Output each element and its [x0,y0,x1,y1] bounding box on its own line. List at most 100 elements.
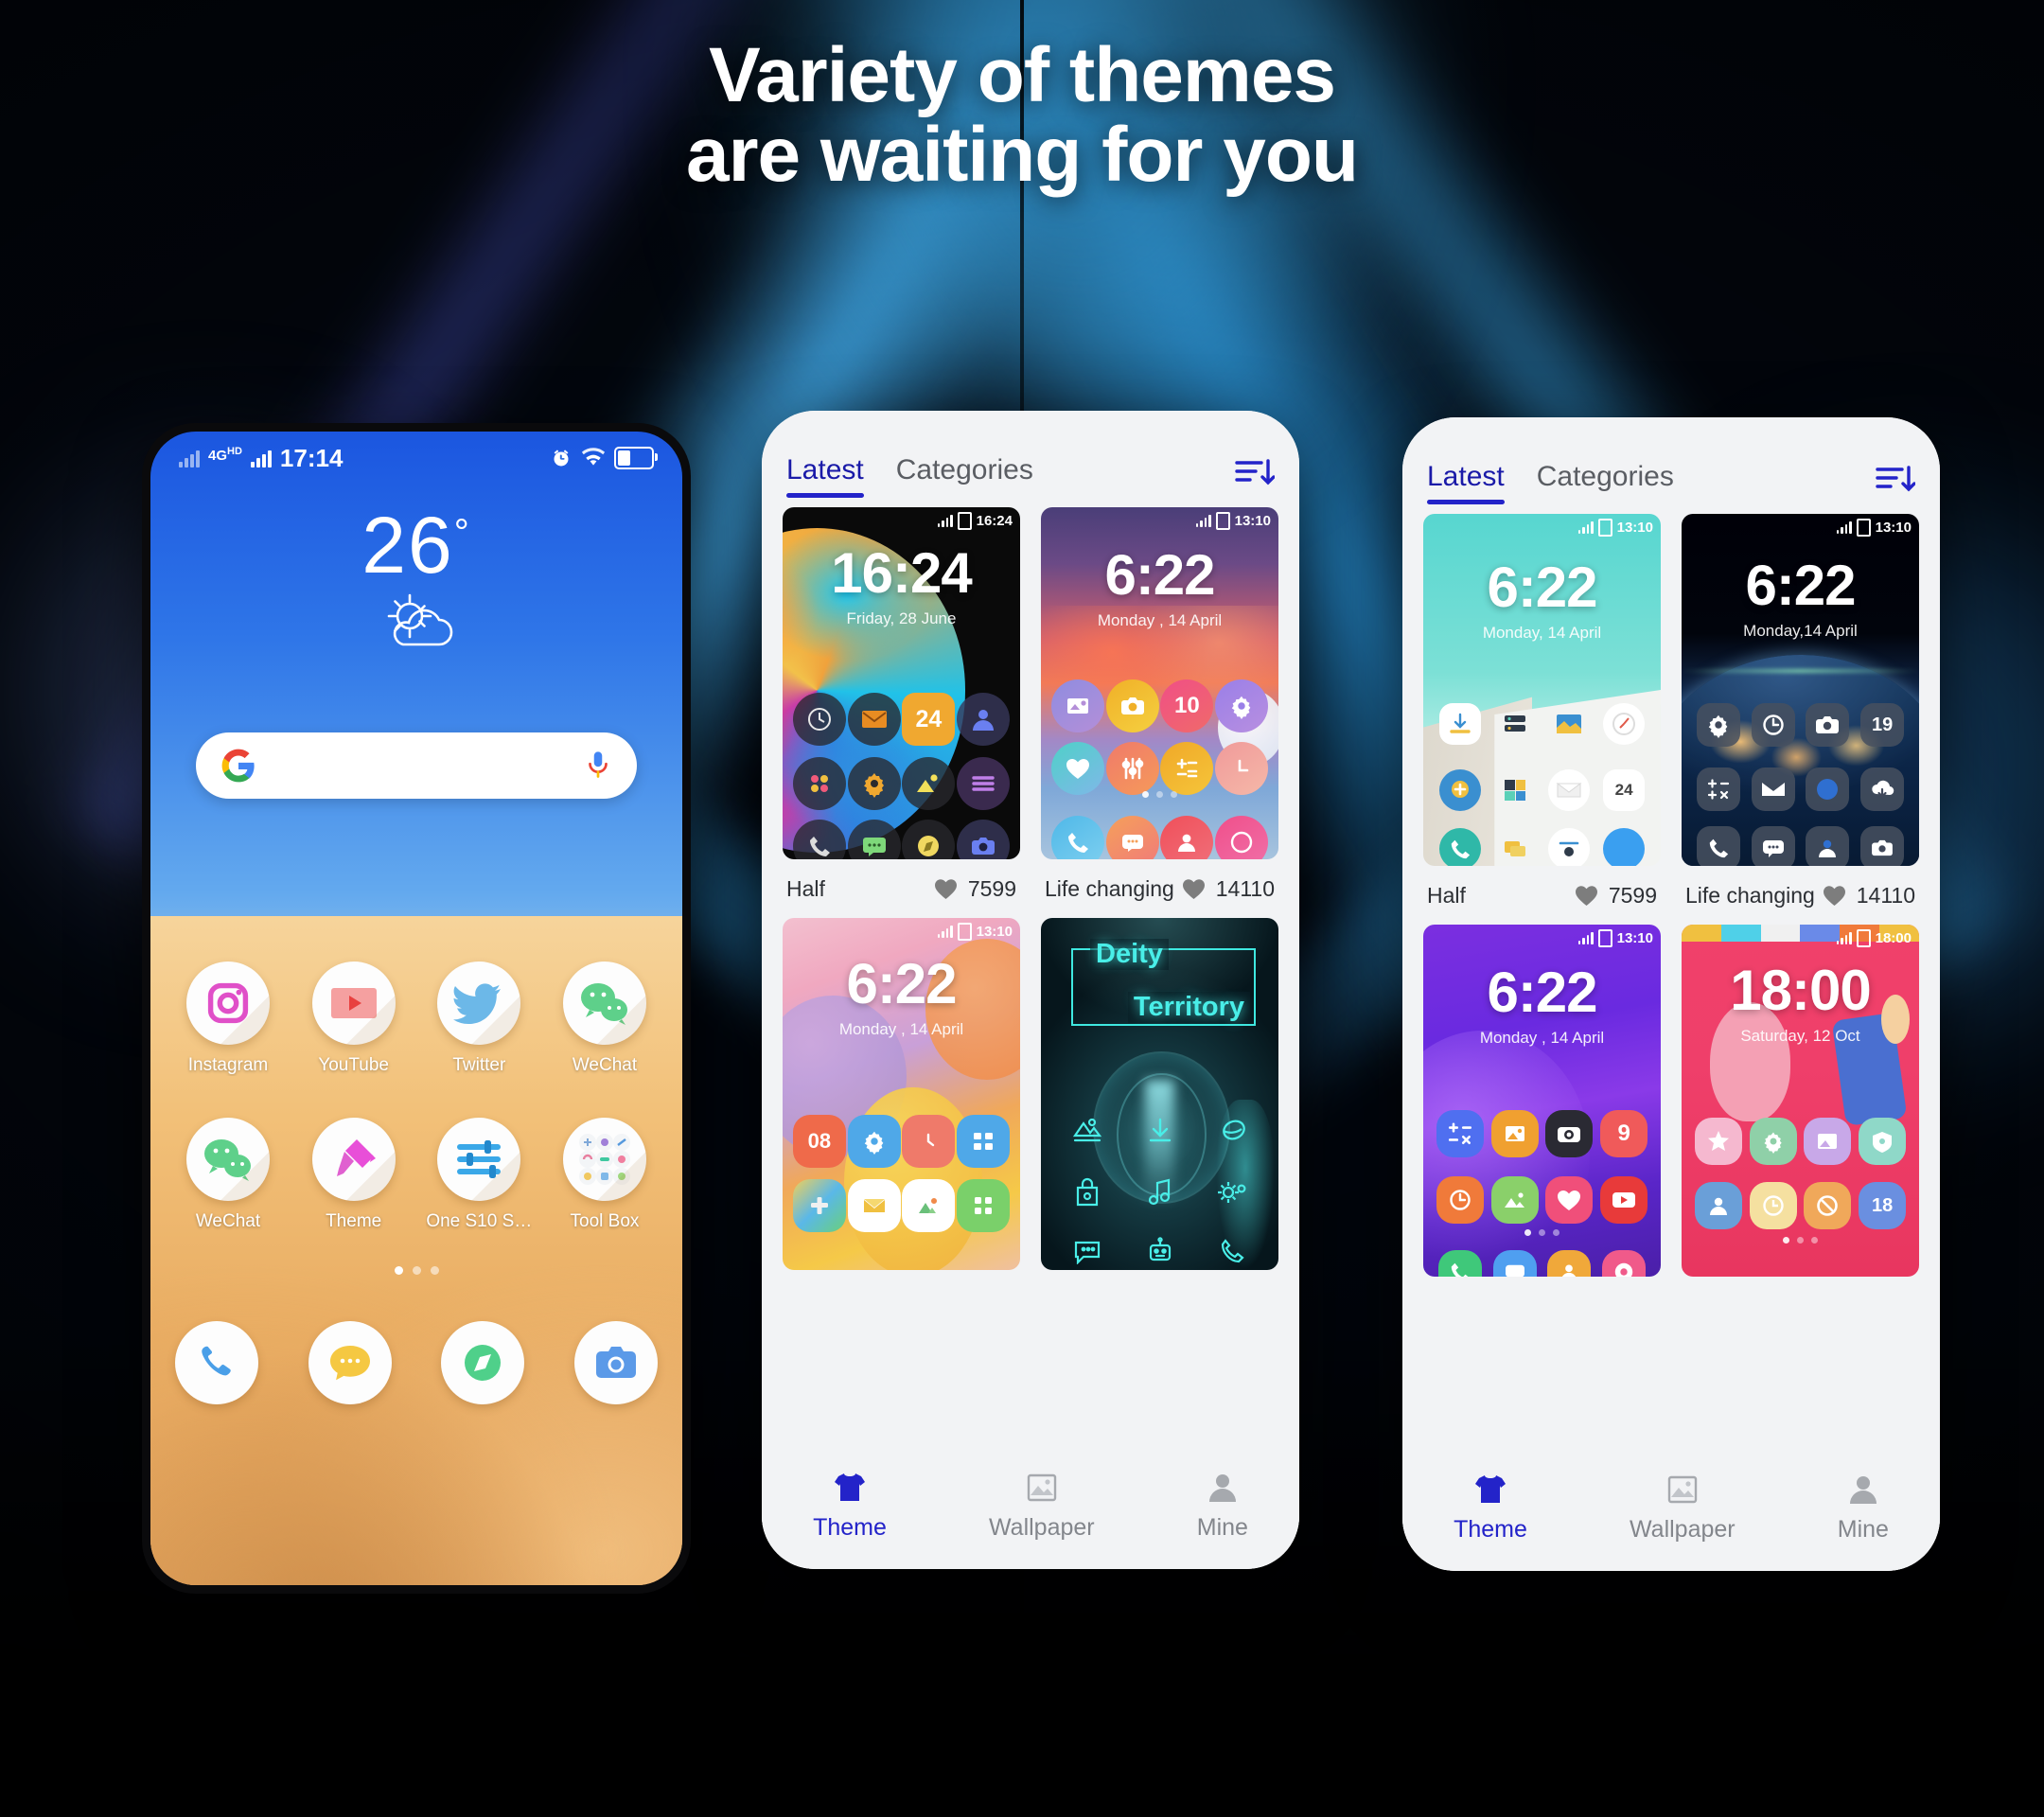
browser-icon[interactable] [441,1321,525,1404]
preview-status-bar: 13:10 [1577,519,1653,537]
battery-icon [1597,929,1612,947]
clock-icon [792,693,846,746]
tab-categories[interactable]: Categories [896,454,1033,498]
gallery-icon [1548,703,1590,745]
theme-card[interactable]: 13:10 6:22 Monday , 14 April 9 [1423,925,1661,1335]
messages-icon [1492,1250,1537,1277]
phone-icon [792,820,846,859]
theme-likes[interactable]: 14110 [1182,876,1275,902]
theme-card[interactable]: 13:10 6:22 Monday, 14 April 24 Half 7599 [1423,514,1661,925]
messages-icon[interactable] [308,1321,392,1404]
sort-descending-icon[interactable] [1233,456,1275,488]
weather-widget[interactable]: 26° [150,505,682,661]
browser-icon [1215,816,1269,859]
status-bar: 4GHD 17:14 [150,432,682,485]
page-dot [1797,1237,1804,1244]
theme-card[interactable]: 13:10 6:22 Monday , 14 April 10 Life cha… [1041,507,1278,918]
theme-preview[interactable]: 13:10 6:22 Monday , 14 April 9 [1423,925,1661,1277]
tab-categories[interactable]: Categories [1537,461,1674,504]
preview-clock: 6:22 Monday , 14 April [1423,964,1661,1048]
theme-name: Life changing [1685,882,1815,908]
app-wechat[interactable]: WeChat [175,1118,281,1232]
download-icon [1438,703,1481,745]
preview-icon-row-2 [1682,767,1919,811]
nav-wallpaper[interactable]: Wallpaper [1630,1469,1736,1544]
nav-wallpaper[interactable]: Wallpaper [989,1467,1095,1542]
page-dot-1[interactable] [394,1266,403,1275]
app-twitter[interactable]: Twitter [426,961,532,1076]
preview-status-time: 18:00 [1875,930,1912,946]
image-icon [1630,1469,1736,1510]
store-header: Latest Categories [762,411,1299,503]
nav-mine[interactable]: Mine [1838,1469,1889,1544]
search-input[interactable] [196,732,637,799]
theme-card[interactable]: 18:00 18:00 Saturday, 12 Oct 18 [1682,925,1919,1335]
sort-descending-icon[interactable] [1874,463,1915,495]
app-label: Twitter [452,1055,506,1075]
preview-icon-row-2 [783,1179,1020,1232]
preview-time: 6:22 [1104,543,1215,607]
phone-icon[interactable] [175,1321,258,1404]
nav-theme[interactable]: Theme [1454,1469,1527,1544]
app-youtube[interactable]: YouTube [301,961,407,1076]
app-instagram[interactable]: Instagram [175,961,281,1076]
preview-dock [1682,826,1919,866]
theme-preview[interactable]: 18:00 18:00 Saturday, 12 Oct 18 [1682,925,1919,1277]
bottom-navigation: Theme Wallpaper Mine [1402,1450,1940,1571]
app-label: Tool Box [570,1211,640,1231]
calculator-icon [1160,742,1214,795]
app-wechat-row1[interactable]: WeChat [552,961,658,1076]
app-tool-box[interactable]: Tool Box [552,1118,658,1232]
nav-label: Wallpaper [989,1513,1095,1541]
preview-time: 16:24 [831,541,972,605]
nav-theme[interactable]: Theme [813,1467,887,1542]
theme-likes[interactable]: 14110 [1823,883,1915,908]
network-type-label: 4GHD [208,445,242,464]
nav-mine[interactable]: Mine [1197,1467,1248,1542]
preview-status-time: 13:10 [1234,513,1271,529]
calendar-icon: 9 [1600,1110,1648,1157]
preview-time: 6:22 [1487,556,1597,619]
tab-latest[interactable]: Latest [786,454,864,498]
tab-latest[interactable]: Latest [1427,461,1505,504]
browser-icon [902,820,956,859]
tshirt-icon [1454,1469,1527,1510]
app-label: Theme [326,1211,382,1231]
preview-date: Saturday, 12 Oct [1740,1027,1860,1045]
gallery-icon [1804,1118,1852,1165]
theme-card[interactable]: Deity Territory [1041,918,1278,1329]
page-dot-3[interactable] [430,1266,439,1275]
theme-name: Half [786,875,825,901]
theme-likes[interactable]: 7599 [1575,883,1657,908]
security-icon [1859,1118,1907,1165]
theme-card[interactable]: 16:24 16:24 Friday, 28 June 24 Half 7599 [783,507,1020,918]
preview-icon-row-2: 18 [1682,1182,1919,1229]
theme-card[interactable]: 13:10 6:22 Monday , 14 April 08 [783,918,1020,1329]
theme-preview[interactable]: Deity Territory [1041,918,1278,1270]
theme-preview[interactable]: 13:10 6:22 Monday , 14 April 08 [783,918,1020,1270]
theme-preview[interactable]: 13:10 6:22 Monday, 14 April 24 [1423,514,1661,866]
headline-line-2: are waiting for you [686,111,1359,198]
calculator-icon [957,1115,1011,1168]
theme-preview[interactable]: 13:10 6:22 Monday,14 April 19 [1682,514,1919,866]
camera-icon[interactable] [573,1321,658,1404]
theme-name: Half [1427,882,1466,908]
settings-icon [1749,1118,1797,1165]
calendar-icon: 24 [902,693,956,746]
preview-icon-row-1: 24 [783,693,1020,746]
theme-card[interactable]: 13:10 6:22 Monday,14 April 19 Life chang… [1682,514,1919,925]
headline-line-1: Variety of themes [708,32,1336,118]
app-theme[interactable]: Theme [301,1118,407,1232]
heart-icon [934,878,958,900]
settings-icon [1215,679,1269,732]
nav-label: Mine [1837,1515,1889,1543]
microphone-icon[interactable] [584,750,612,782]
theme-likes[interactable]: 7599 [934,876,1016,902]
home-screen: 4GHD 17:14 26° Instagram YouTube Twitter… [150,432,682,1585]
page-dot-2[interactable] [412,1266,421,1275]
messages-icon [1494,828,1536,866]
theme-card-meta [783,1270,1020,1329]
app-one-s10-settings[interactable]: One S10 Setti.. [426,1118,532,1232]
theme-preview[interactable]: 16:24 16:24 Friday, 28 June 24 [783,507,1020,859]
theme-preview[interactable]: 13:10 6:22 Monday , 14 April 10 [1041,507,1278,859]
